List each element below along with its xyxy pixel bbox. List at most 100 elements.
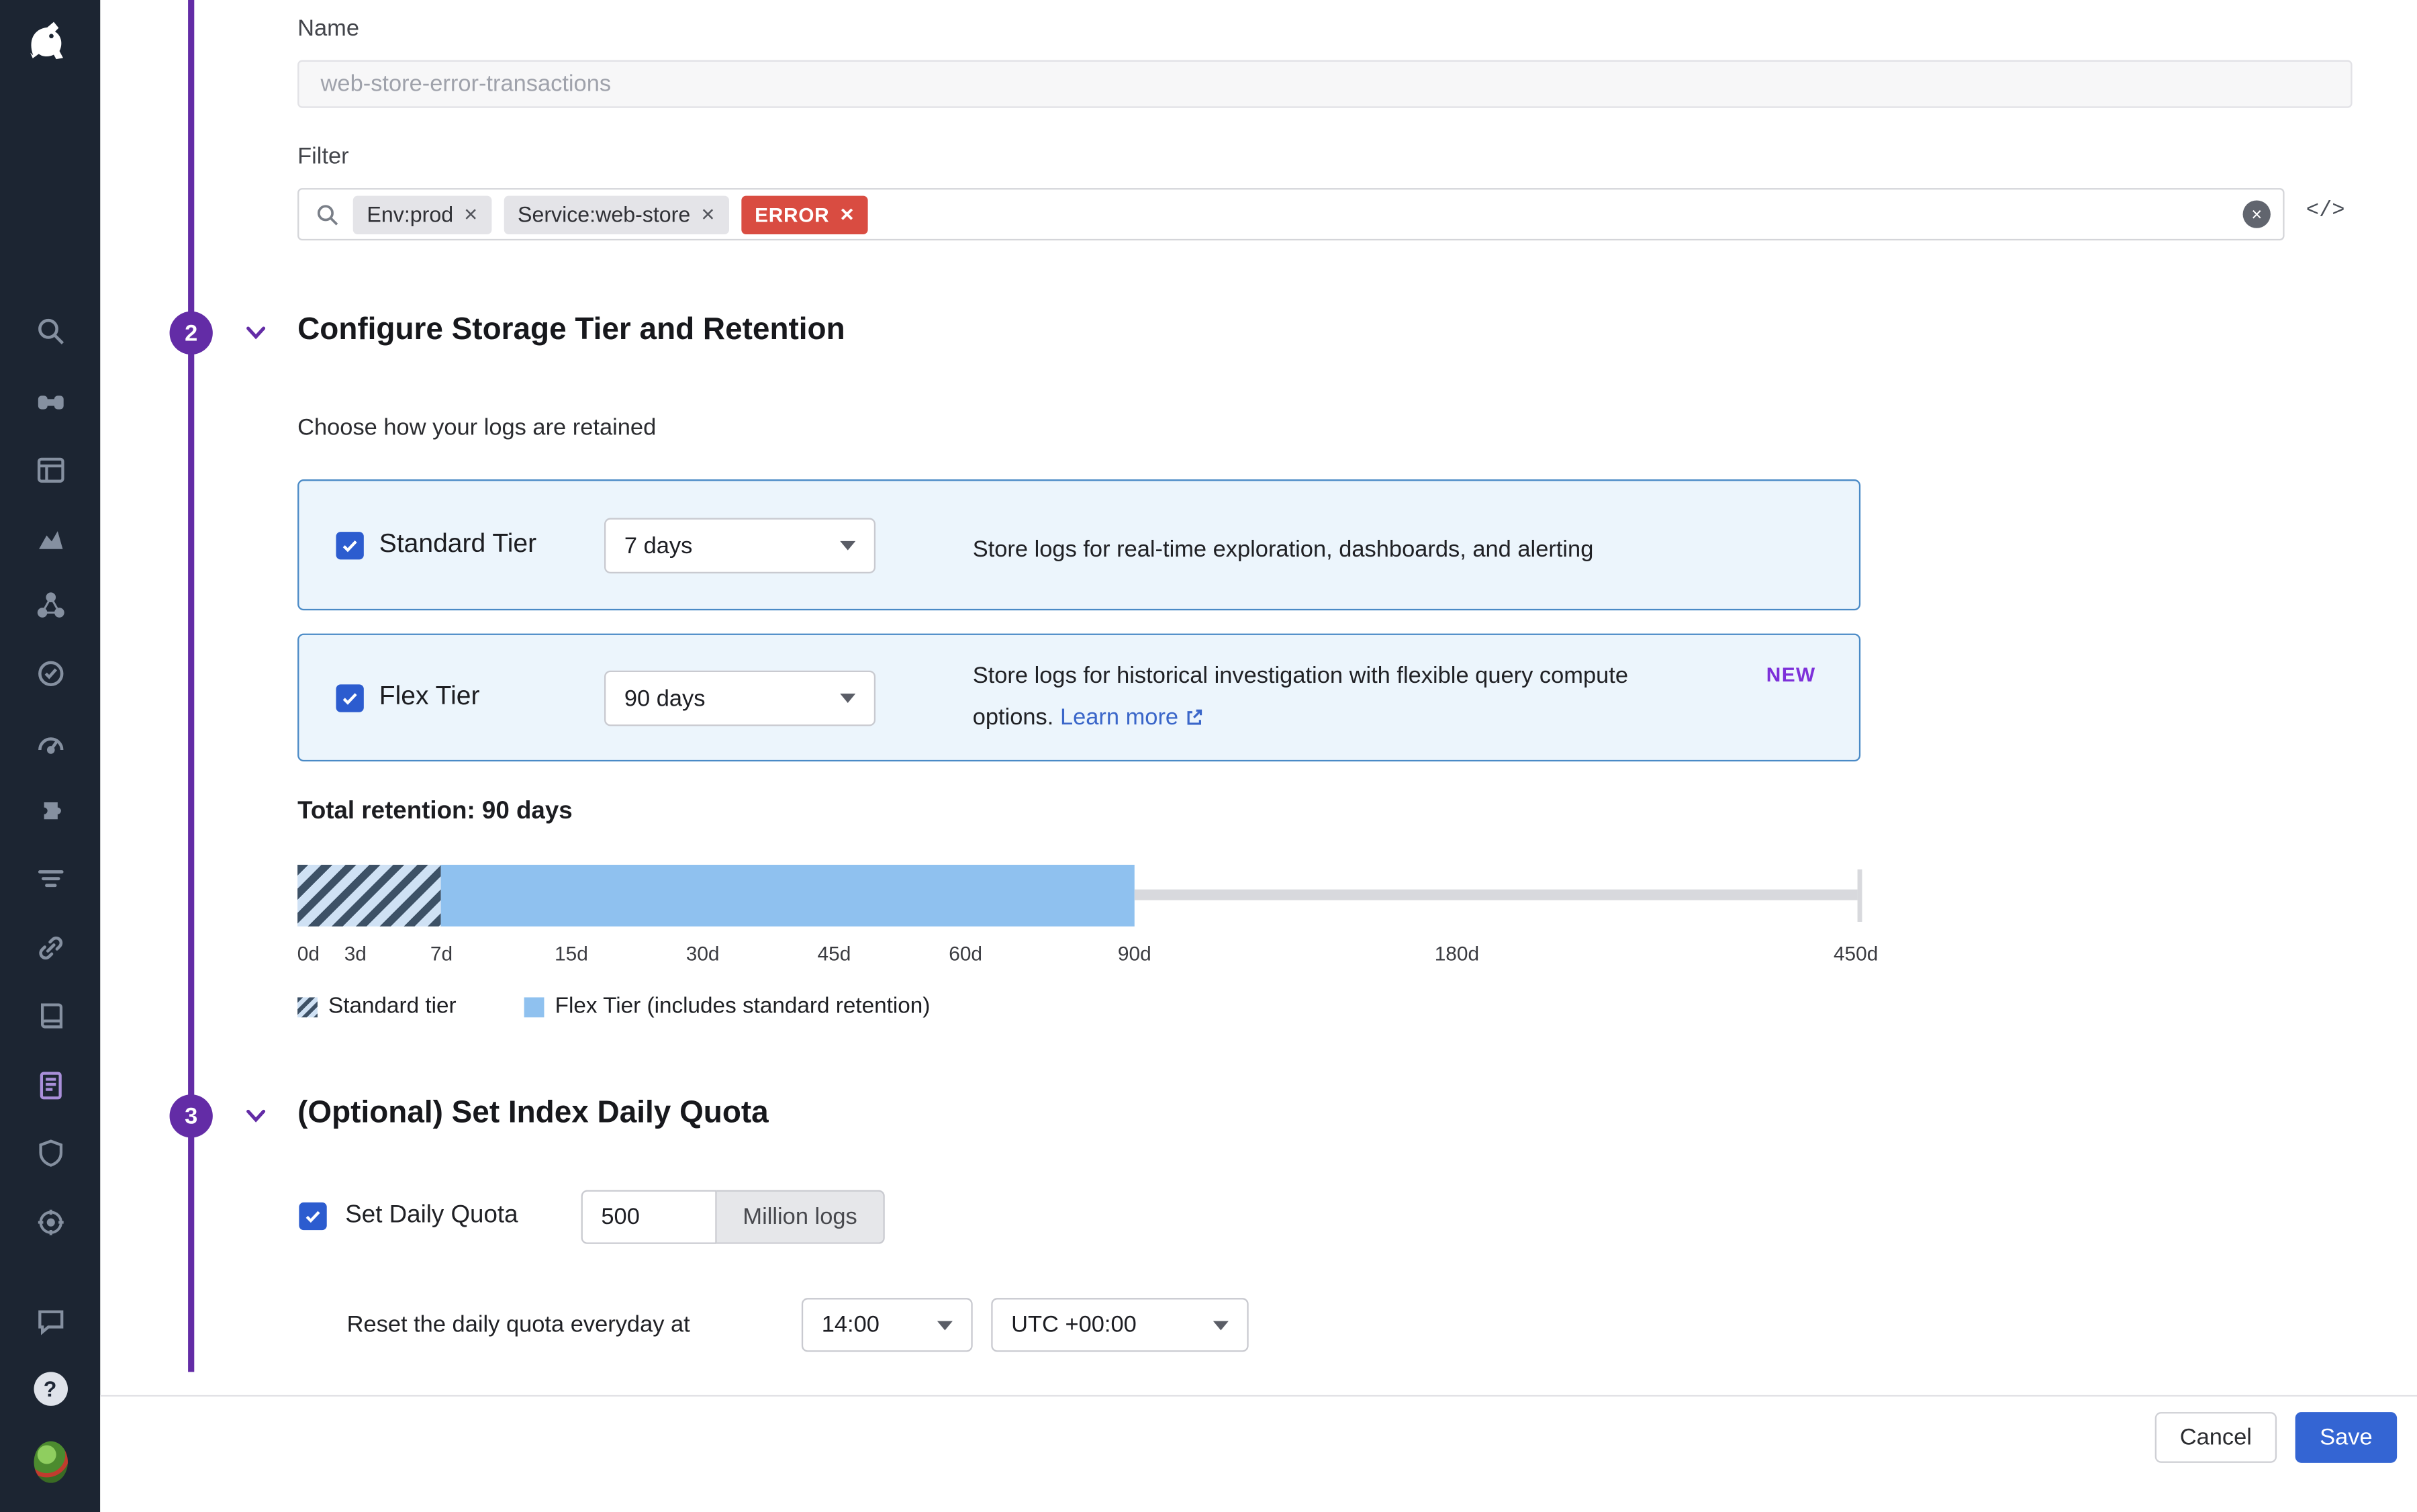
filter-label: Filter — [297, 144, 349, 170]
remove-pill-icon[interactable]: × — [464, 203, 477, 226]
flex-retention-value: 90 days — [624, 686, 706, 712]
pill-label: Env:prod — [367, 202, 453, 227]
name-label: Name — [297, 15, 359, 42]
external-link-icon — [1184, 708, 1204, 728]
axis-tick-label: 450d — [1834, 942, 1878, 965]
pill-label: Service:web-store — [518, 202, 690, 227]
flex-retention-select[interactable]: 90 days — [604, 671, 875, 726]
flex-tier-segment — [441, 865, 1134, 927]
chevron-down-icon — [840, 694, 855, 703]
filter-input[interactable]: Env:prod × Service:web-store × ERROR × × — [297, 188, 2284, 240]
daily-quota-checkbox[interactable] — [299, 1202, 326, 1230]
name-input[interactable] — [297, 60, 2352, 108]
standard-retention-value: 7 days — [624, 532, 692, 559]
axis-tick-label: 45d — [818, 942, 851, 965]
remaining-track — [1135, 890, 1858, 900]
flex-swatch-icon — [524, 996, 544, 1017]
reset-time-select[interactable]: 14:00 — [802, 1298, 973, 1352]
user-avatar[interactable] — [33, 1444, 67, 1478]
retention-bar — [297, 865, 1862, 927]
daily-quota-input[interactable]: 500 — [581, 1190, 717, 1243]
axis-tick-label: 7d — [430, 942, 453, 965]
service-map-icon[interactable] — [33, 589, 67, 623]
synthetics-icon[interactable] — [33, 657, 67, 691]
axis-tick-label: 3d — [344, 942, 367, 965]
clear-filter-button[interactable]: × — [2243, 200, 2271, 228]
watchdog-icon[interactable] — [33, 384, 67, 418]
step-3-indicator: 3 — [170, 1094, 213, 1137]
step-3-title: (Optional) Set Index Daily Quota — [297, 1096, 769, 1131]
standard-tier-label: Standard Tier — [379, 529, 536, 560]
cancel-button[interactable]: Cancel — [2155, 1412, 2277, 1463]
axis-tick-label: 30d — [686, 942, 720, 965]
dashboards-icon[interactable] — [33, 453, 67, 487]
chevron-down-icon — [840, 541, 855, 551]
legend-flex-label: Flex Tier (includes standard retention) — [555, 994, 931, 1019]
security-shield-icon[interactable] — [33, 1136, 67, 1170]
timezone-value: UTC +00:00 — [1011, 1312, 1137, 1338]
support-chat-icon[interactable] — [33, 1304, 67, 1338]
step-2-title: Configure Storage Tier and Retention — [297, 313, 845, 348]
remove-pill-icon[interactable]: × — [840, 203, 854, 226]
standard-tier-card: Standard Tier 7 days Store logs for real… — [297, 479, 1860, 610]
chevron-down-icon[interactable] — [242, 1102, 269, 1130]
timezone-select[interactable]: UTC +00:00 — [991, 1298, 1248, 1352]
axis-tick-label: 90d — [1118, 942, 1151, 965]
check-icon — [302, 1205, 324, 1227]
footer-bar: Cancel Save — [100, 1395, 2417, 1512]
remove-pill-icon[interactable]: × — [701, 203, 714, 226]
axis-tick-label: 15d — [555, 942, 588, 965]
index-configuration-page: ? Name Filter Env:prod × Service:web-sto… — [0, 0, 2417, 1512]
reference-book-icon[interactable] — [33, 999, 67, 1033]
help-icon[interactable]: ? — [33, 1372, 67, 1406]
retention-chart: 0d 3d 7d 15d 30d 45d 60d 90d 180d 450d — [297, 865, 1862, 976]
standard-tier-segment — [297, 865, 441, 927]
chart-legend: Standard tier Flex Tier (includes standa… — [297, 994, 930, 1019]
search-icon — [314, 201, 340, 228]
integrations-icon[interactable] — [33, 794, 67, 828]
standard-retention-select[interactable]: 7 days — [604, 518, 875, 573]
chevron-down-icon — [1213, 1320, 1229, 1329]
flex-tier-checkbox[interactable] — [336, 684, 364, 712]
stepper-line — [188, 0, 194, 1372]
axis-tick-label: 60d — [949, 942, 982, 965]
reset-quota-label: Reset the daily quota everyday at — [347, 1312, 690, 1338]
legend-standard: Standard tier — [297, 994, 457, 1019]
step-2-subtitle: Choose how your logs are retained — [297, 415, 656, 441]
filter-pill-service[interactable]: Service:web-store × — [504, 195, 728, 233]
axis-tick-label: 0d — [297, 942, 320, 965]
flex-tier-label: Flex Tier — [379, 681, 480, 712]
code-view-toggle-icon[interactable]: </> — [2306, 199, 2345, 224]
standard-swatch-icon — [297, 996, 318, 1017]
monitors-icon[interactable] — [33, 724, 67, 759]
search-icon[interactable] — [33, 314, 67, 348]
datadog-logo-icon[interactable] — [17, 11, 81, 75]
ci-link-icon[interactable] — [33, 931, 67, 965]
sidebar: ? — [0, 0, 100, 1512]
standard-tier-description: Store logs for real-time exploration, da… — [973, 529, 1594, 571]
rum-target-icon[interactable] — [33, 1205, 67, 1239]
pill-label: ERROR — [755, 203, 829, 226]
axis-end-cap — [1858, 869, 1862, 922]
flex-tier-description: Store logs for historical investigation … — [973, 655, 1697, 739]
filter-pill-env[interactable]: Env:prod × — [353, 195, 491, 233]
pipelines-icon[interactable] — [33, 861, 67, 896]
avatar-image — [33, 1441, 67, 1482]
chevron-down-icon[interactable] — [242, 319, 269, 346]
daily-quota-unit: Million logs — [717, 1190, 885, 1243]
step-2-indicator: 2 — [170, 312, 213, 355]
chevron-down-icon — [937, 1320, 953, 1329]
standard-tier-checkbox[interactable] — [336, 532, 364, 559]
logs-icon[interactable] — [33, 1068, 67, 1102]
flex-tier-card: Flex Tier 90 days Store logs for histori… — [297, 634, 1860, 762]
filter-pill-error[interactable]: ERROR × — [741, 195, 867, 233]
total-retention-text: Total retention: 90 days — [297, 798, 573, 826]
new-badge: NEW — [1766, 663, 1816, 686]
save-button[interactable]: Save — [2295, 1412, 2398, 1463]
metrics-icon[interactable] — [33, 521, 67, 555]
axis-tick-label: 180d — [1435, 942, 1479, 965]
reset-time-value: 14:00 — [822, 1312, 880, 1338]
help-glyph: ? — [33, 1372, 67, 1406]
legend-standard-label: Standard tier — [328, 994, 457, 1019]
learn-more-link[interactable]: Learn more — [1060, 704, 1178, 730]
